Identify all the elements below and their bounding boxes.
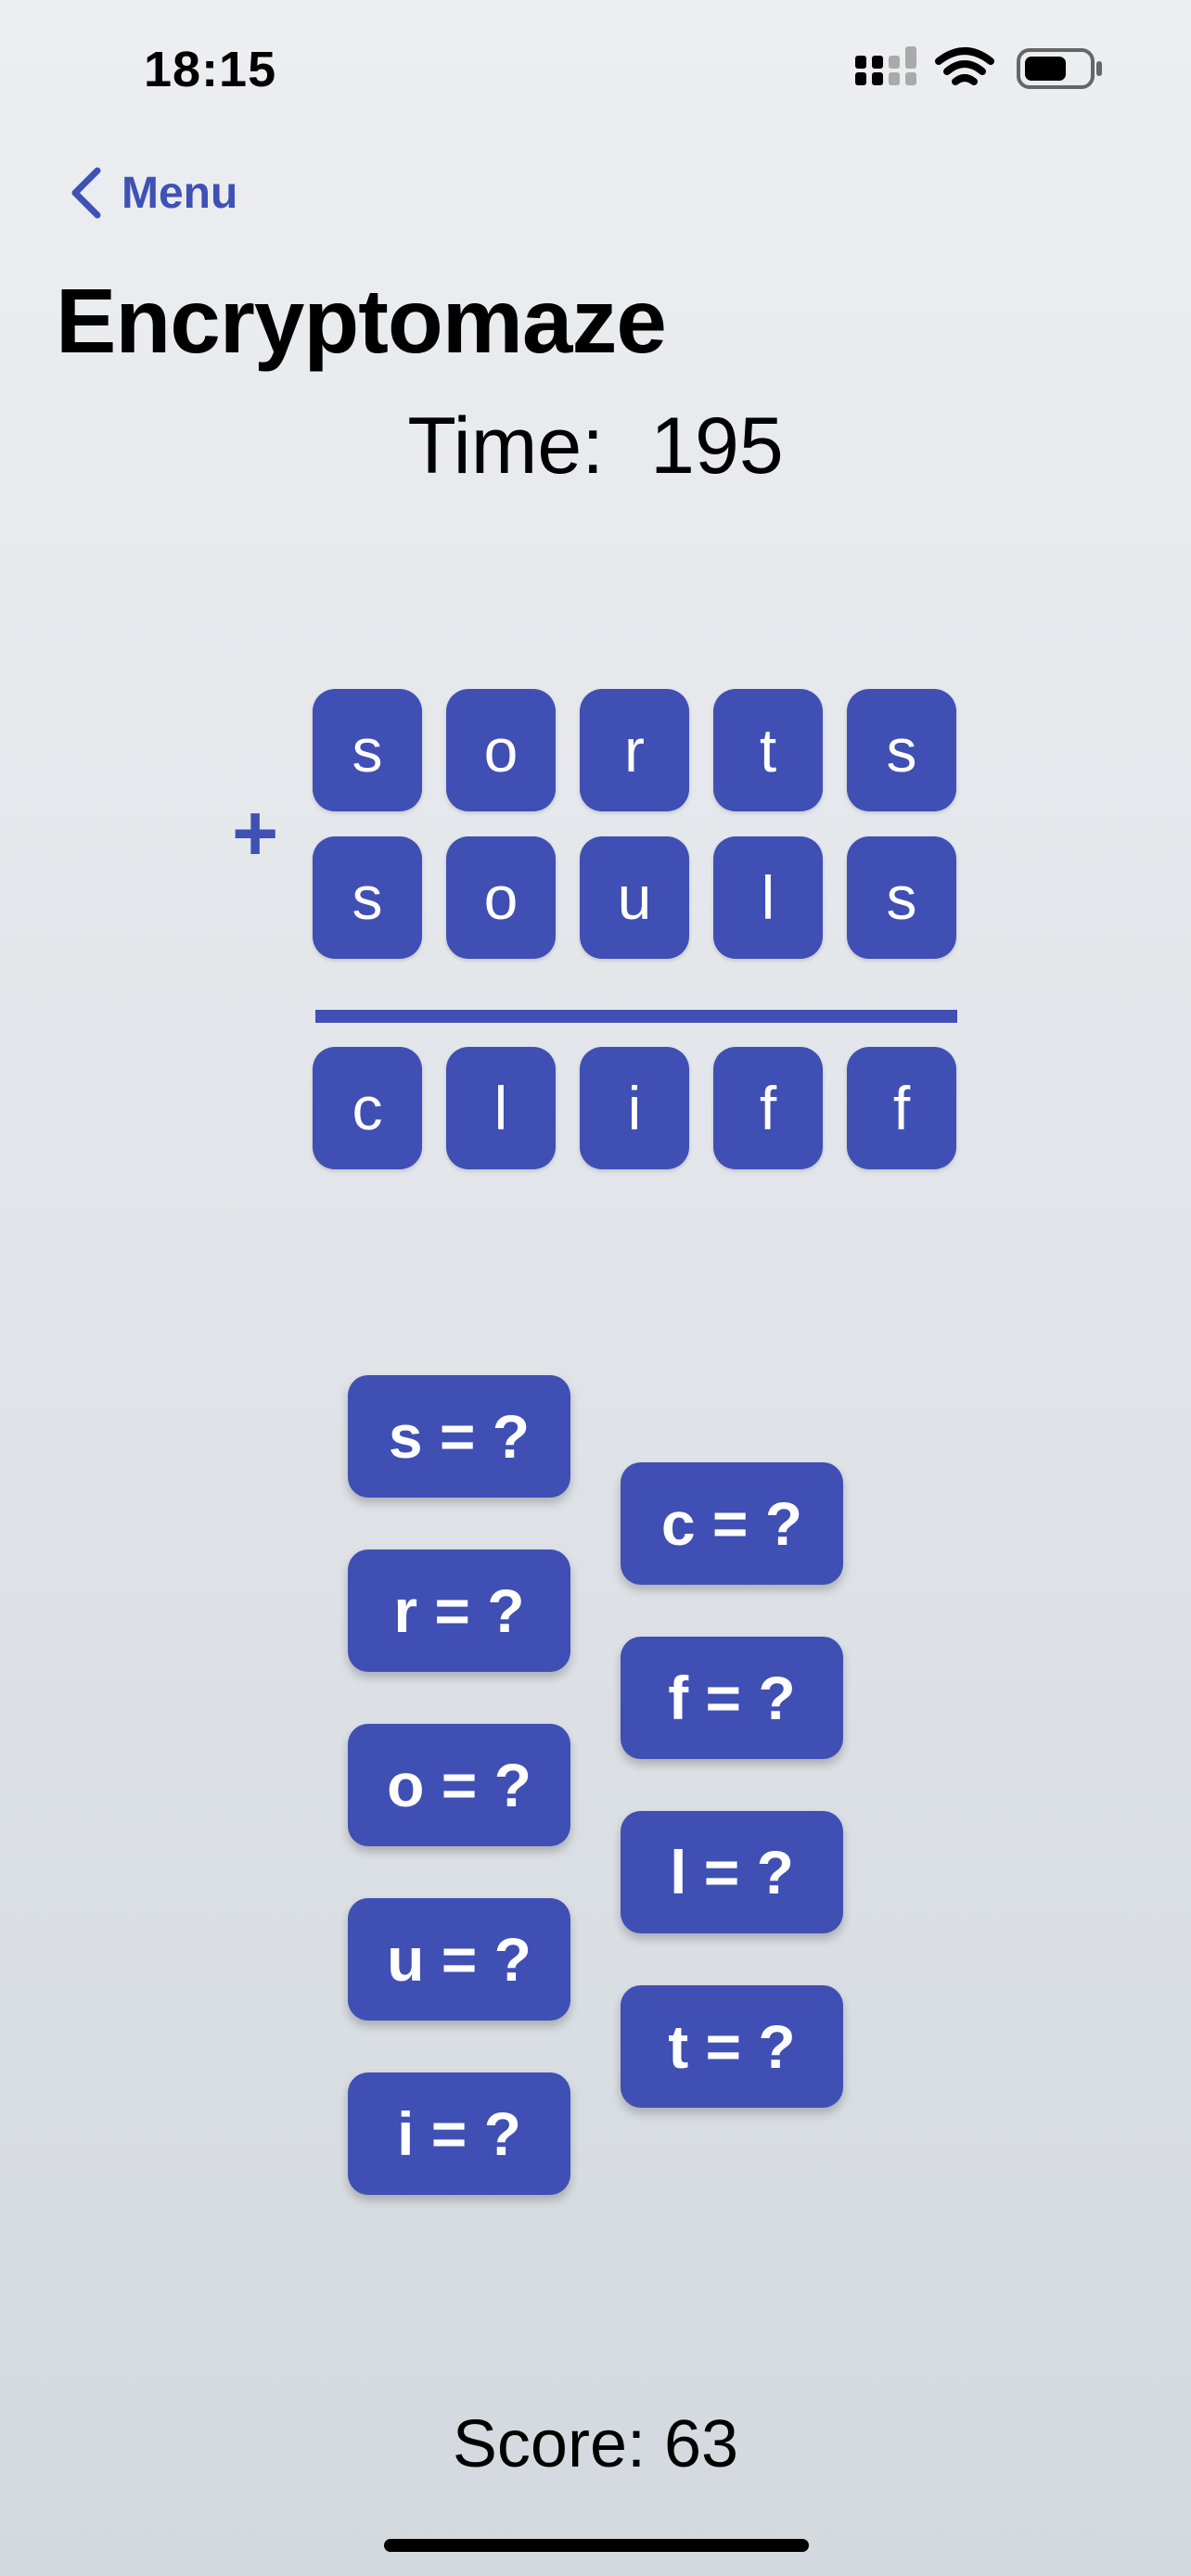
guess-button-r[interactable]: r = ? — [348, 1549, 570, 1672]
guess-button-c[interactable]: c = ? — [621, 1462, 843, 1585]
chevron-left-icon — [71, 167, 101, 219]
addend1-tile: t — [713, 689, 823, 811]
back-button[interactable]: Menu — [70, 165, 237, 221]
guess-button-f[interactable]: f = ? — [621, 1637, 843, 1759]
timer: Time: 195 — [0, 401, 1191, 492]
result-tile: f — [847, 1047, 956, 1169]
addend2-tile: l — [713, 836, 823, 959]
wifi-icon — [935, 47, 994, 85]
guess-button-l[interactable]: l = ? — [621, 1811, 843, 1933]
result-tile: l — [446, 1047, 556, 1169]
addend1-tile: o — [446, 689, 556, 811]
guess-button-t[interactable]: t = ? — [621, 1985, 843, 2108]
timer-value: 195 — [650, 402, 784, 491]
guess-button-i[interactable]: i = ? — [348, 2072, 570, 2195]
battery-icon — [1017, 48, 1102, 89]
addend1-tile: r — [580, 689, 689, 811]
timer-label: Time: — [407, 402, 605, 491]
result-tile: i — [580, 1047, 689, 1169]
status-icons — [855, 46, 1102, 89]
addend2-tile: s — [847, 836, 956, 959]
addend1-tile: s — [847, 689, 956, 811]
addend2-tile: s — [313, 836, 422, 959]
page-title: Encryptomaze — [56, 270, 667, 372]
guess-button-u[interactable]: u = ? — [348, 1898, 570, 2021]
cellular-signal-icon — [855, 46, 916, 85]
result-tile: c — [313, 1047, 422, 1169]
score-display: Score: 63 — [452, 2407, 739, 2481]
guess-button-o[interactable]: o = ? — [348, 1724, 570, 1846]
addend2-tile: o — [446, 836, 556, 959]
addend1-tile: s — [313, 689, 422, 811]
plus-operator: + — [232, 789, 279, 878]
status-time: 18:15 — [144, 42, 277, 97]
guess-button-s[interactable]: s = ? — [348, 1375, 570, 1498]
home-indicator[interactable] — [384, 2539, 809, 2552]
result-tile: f — [713, 1047, 823, 1169]
addend2-tile: u — [580, 836, 689, 959]
back-label: Menu — [122, 168, 238, 218]
sum-divider — [315, 1010, 957, 1023]
